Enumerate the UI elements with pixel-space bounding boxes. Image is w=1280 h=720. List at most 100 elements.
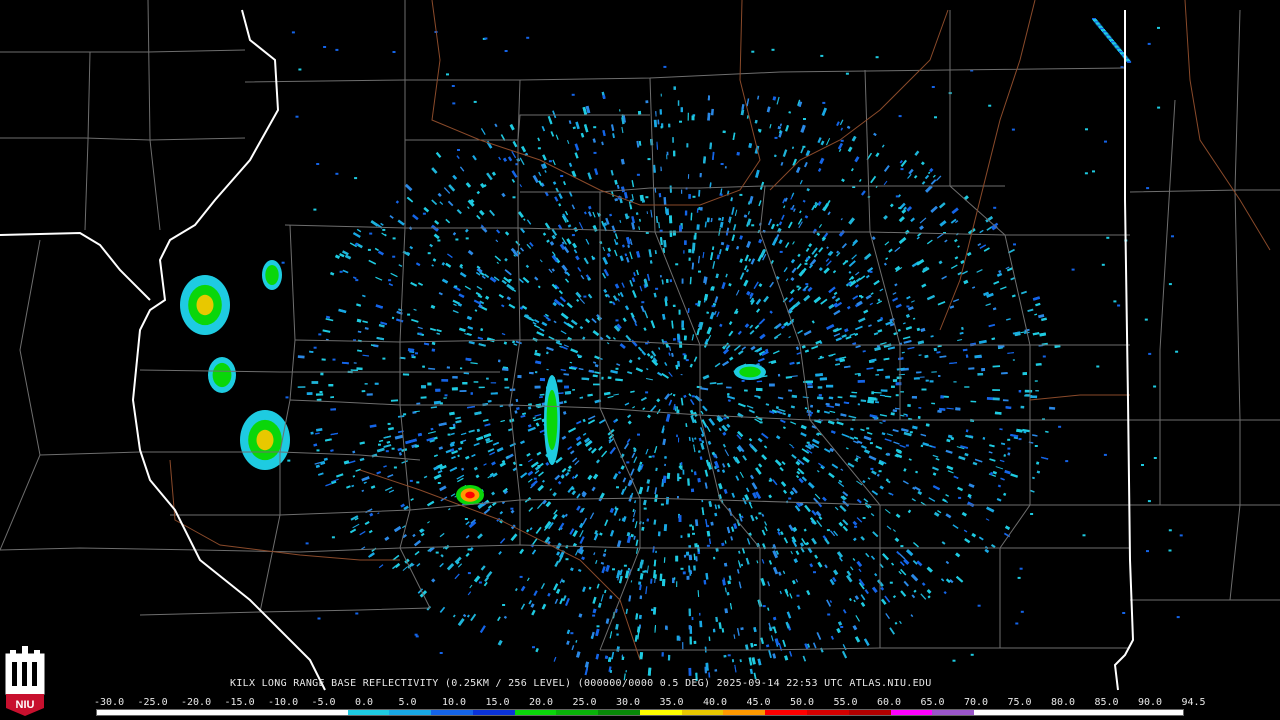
colorscale-swatch [807,710,849,715]
echo-pixel [1017,576,1021,579]
echo-pixel [977,373,984,376]
storm-cell [256,429,274,451]
echo-pixel [666,472,671,479]
echo-pixel [1085,128,1088,131]
colorscale-swatch [1141,710,1183,715]
echo-pixel [1007,438,1011,441]
echo-pixel [965,354,969,358]
echo-pixel [911,396,917,399]
echo-pixel [672,230,676,236]
echo-pixel [727,654,731,657]
echo-pixel [650,608,654,612]
echo-pixel [768,479,772,482]
echo-pixel [727,580,731,585]
echo-pixel [446,366,450,369]
echo-pixel [683,335,687,341]
echo-pixel [641,199,645,203]
echo-pixel [722,130,726,134]
echo-pixel [726,386,732,389]
echo-pixel [583,295,587,298]
colorscale-label: 15.0 [485,697,510,708]
logo-text: NIU [16,699,35,711]
echo-pixel [378,443,381,446]
echo-pixel [758,396,761,399]
echo-pixel [696,224,700,230]
colorscale-swatch [598,710,640,715]
echo-pixel [332,358,336,361]
echo-pixel [676,333,680,340]
colorscale-label: 35.0 [659,697,684,708]
echo-pixel [1034,380,1038,382]
echo-pixel [452,376,458,379]
echo-pixel [653,119,658,128]
echo-pixel [427,382,432,386]
echo-pixel [655,287,659,290]
colorscale-swatch [431,710,473,715]
echo-pixel [993,206,997,209]
echo-pixel [623,564,627,567]
echo-pixel [796,594,800,597]
echo-pixel [498,359,501,363]
echo-pixel [875,56,879,59]
echo-pixel [693,640,697,644]
colorscale-label: 10.0 [442,697,467,708]
echo-pixel [335,172,339,175]
echo-pixel [1092,170,1095,173]
echo-pixel [681,189,683,194]
echo-pixel [859,295,862,298]
echo-pixel [803,118,806,120]
echo-pixel [668,123,671,128]
echo-pixel [571,487,575,490]
echo-pixel [659,109,662,115]
echo-pixel [563,400,567,404]
echo-pixel [367,248,371,251]
colorscale-label: 45.0 [746,697,771,708]
echo-pixel [636,173,640,176]
echo-pixel [921,388,927,391]
echo-pixel [691,249,695,254]
colorscale-swatch [347,710,390,715]
echo-pixel [673,150,676,157]
echo-pixel [490,382,497,384]
echo-pixel [805,380,813,384]
echo-pixel [687,533,690,538]
echo-pixel [805,283,809,286]
echo-pixel [449,427,453,429]
echo-pixel [847,282,851,285]
echo-pixel [645,196,649,199]
echo-pixel [422,212,426,215]
echo-pixel [1042,355,1046,358]
echo-pixel [1168,549,1172,552]
echo-pixel [682,353,686,356]
colorscale-swatch [890,710,933,715]
echo-pixel [473,381,479,383]
echo-pixel [462,382,468,385]
echo-pixel [677,100,680,106]
echo-pixel [756,387,763,392]
echo-pixel [707,95,711,101]
echo-pixel [451,387,458,391]
echo-pixel [414,633,418,636]
echo-pixel [931,86,935,88]
colorscale-labels: -30.0 -25.0 -20.0 -15.0 -10.0 -5.0 0.0 5.0 10.0 1… [94,697,1206,709]
echo-pixel [895,195,899,198]
colorscale-swatch [1099,710,1142,715]
echo-pixel [454,285,458,288]
echo-pixel [692,532,695,535]
echo-pixel [510,507,514,510]
echo-pixel [736,151,740,156]
echo-pixel [572,389,575,391]
echo-pixel [871,391,874,395]
echo-pixel [393,466,397,469]
echo-pixel [1171,235,1174,238]
echo-pixel [810,404,814,408]
echo-pixel [712,628,716,633]
echo-pixel [663,340,667,343]
echo-pixel [699,173,702,178]
echo-pixel [854,525,858,528]
echo-pixel [713,556,716,560]
echo-pixel [519,464,523,466]
echo-pixel [982,437,986,440]
echo-pixel [689,524,693,527]
echo-pixel [769,383,775,387]
